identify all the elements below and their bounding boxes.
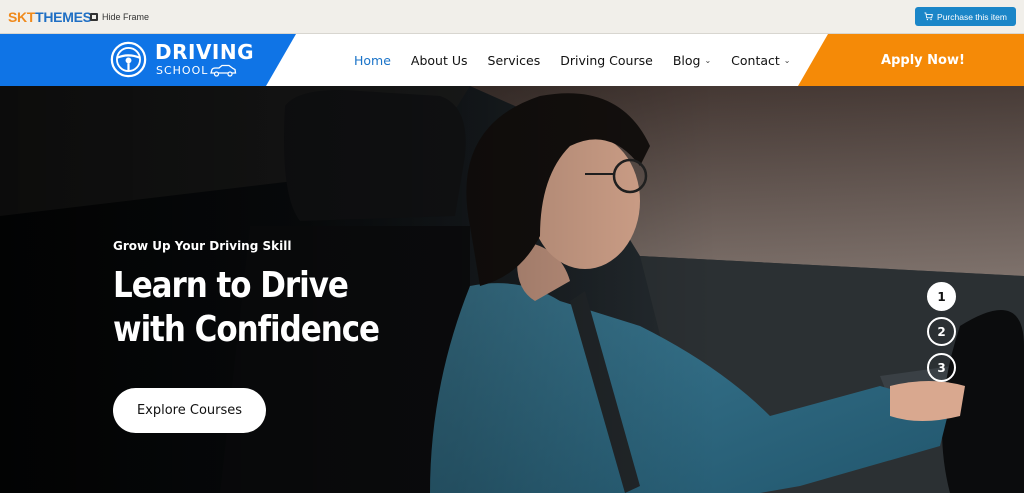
nav-driving-course[interactable]: Driving Course: [560, 53, 653, 68]
hero-title: Learn to Drive with Confidence: [113, 265, 380, 350]
brand-part-1: SKT: [8, 9, 36, 25]
slide-dot-1[interactable]: 1: [927, 282, 956, 311]
hide-frame-button[interactable]: Hide Frame: [90, 11, 149, 23]
logo-block[interactable]: DRIVING SCHOOL: [0, 34, 296, 86]
preview-bar: SKTTHEMES Hide Frame Purchase this item: [0, 0, 1024, 34]
nav-services-label: Services: [487, 52, 541, 68]
logo-subtitle: SCHOOL: [156, 64, 209, 77]
sktthemes-logo[interactable]: SKTTHEMES: [8, 9, 92, 25]
slide-dot-1-label: 1: [937, 289, 946, 304]
nav-contact[interactable]: Contact ⌄: [731, 53, 790, 68]
slide-dot-3-label: 3: [937, 360, 946, 375]
slide-dot-2[interactable]: 2: [927, 317, 956, 346]
nav-blog-label: Blog: [672, 52, 701, 68]
car-icon: [210, 64, 237, 77]
apply-now-button[interactable]: Apply Now!: [798, 34, 1024, 86]
explore-courses-button[interactable]: Explore Courses: [113, 388, 266, 433]
cart-icon: [924, 12, 933, 21]
purchase-button[interactable]: Purchase this item: [915, 7, 1016, 26]
nav-about-label: About Us: [410, 52, 468, 68]
chevron-down-icon: ⌄: [704, 55, 712, 65]
main-nav: Home About Us Services Driving Course Bl…: [354, 34, 811, 86]
purchase-label: Purchase this item: [937, 11, 1007, 22]
chevron-down-icon: ⌄: [783, 55, 791, 65]
site-header: DRIVING SCHOOL Home About Us Services Dr…: [0, 34, 1024, 86]
nav-driving-course-label: Driving Course: [560, 52, 653, 68]
nav-home-label: Home: [354, 52, 391, 68]
nav-services[interactable]: Services: [488, 53, 541, 68]
close-frame-icon: [90, 13, 98, 21]
nav-blog[interactable]: Blog ⌄: [673, 53, 711, 68]
hero-slider: Grow Up Your Driving Skill Learn to Driv…: [0, 86, 1024, 493]
nav-contact-label: Contact: [731, 52, 780, 68]
hide-frame-label: Hide Frame: [102, 12, 150, 22]
steering-wheel-icon: [110, 41, 147, 78]
explore-courses-label: Explore Courses: [136, 403, 243, 418]
apply-now-label: Apply Now!: [881, 52, 965, 68]
slide-dot-3[interactable]: 3: [927, 353, 956, 382]
nav-about-us[interactable]: About Us: [411, 53, 468, 68]
nav-home[interactable]: Home: [354, 53, 391, 68]
logo-title: DRIVING: [155, 40, 255, 64]
brand-part-2: THEMES: [35, 9, 92, 25]
slide-dot-2-label: 2: [937, 324, 946, 339]
hero-kicker: Grow Up Your Driving Skill: [113, 239, 292, 253]
